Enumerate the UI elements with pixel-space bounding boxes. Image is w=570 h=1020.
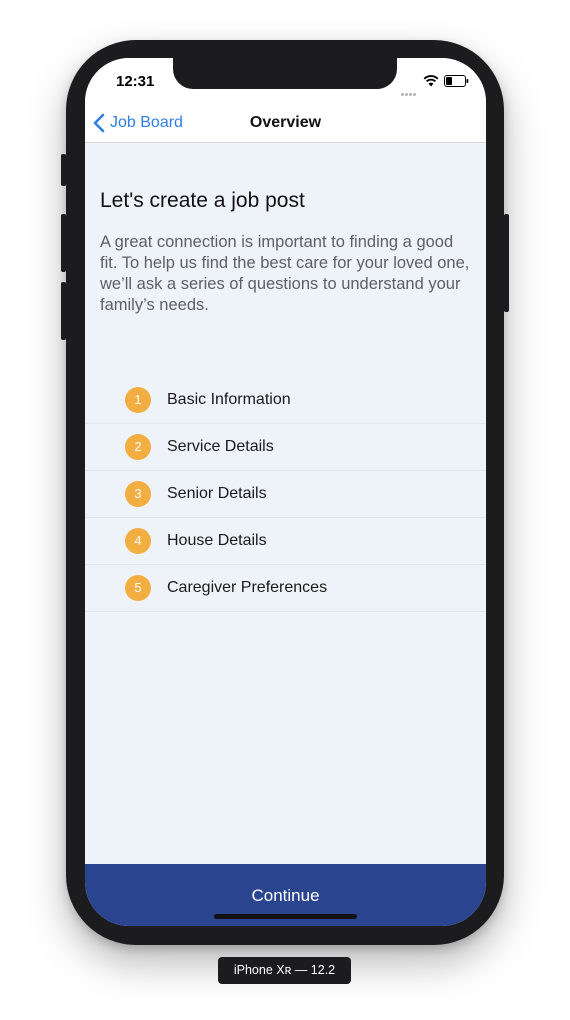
overview-content: Let's create a job post A great connecti… (85, 143, 486, 864)
page-title: Overview (249, 114, 322, 131)
phone-screen: 12:31 Job Board Overview Let's create a … (85, 58, 486, 926)
simulator-device-label: iPhone Xʀ — 12.2 (218, 957, 351, 984)
step-item-senior-details: 3 Senior Details (85, 471, 486, 518)
step-label: Caregiver Preferences (167, 579, 328, 596)
signal-dots-icon (401, 83, 419, 96)
step-number-badge: 5 (125, 575, 151, 601)
step-number-badge: 2 (125, 434, 151, 460)
continue-button-label: Continue (251, 886, 320, 905)
step-number-badge: 4 (125, 528, 151, 554)
step-label: Senior Details (167, 485, 267, 502)
step-label: Basic Information (167, 391, 291, 408)
volume-up-button (61, 214, 66, 272)
battery-icon (444, 75, 469, 87)
navigation-bar: Job Board Overview (85, 104, 486, 143)
step-number-badge: 3 (125, 481, 151, 507)
wifi-icon (423, 75, 439, 87)
volume-down-button (61, 282, 66, 340)
notch (173, 58, 397, 89)
home-indicator[interactable] (214, 914, 357, 919)
heading: Let's create a job post (100, 189, 305, 212)
step-label: House Details (167, 532, 267, 549)
step-item-basic-information: 1 Basic Information (85, 377, 486, 424)
intro-text: A great connection is important to findi… (100, 233, 470, 314)
power-button (504, 214, 509, 312)
steps-list: 1 Basic Information 2 Service Details 3 … (85, 377, 486, 612)
step-item-house-details: 4 House Details (85, 518, 486, 565)
step-item-caregiver-preferences: 5 Caregiver Preferences (85, 565, 486, 612)
step-label: Service Details (167, 438, 274, 455)
step-number-badge: 1 (125, 387, 151, 413)
status-time: 12:31 (116, 73, 155, 90)
silent-switch (61, 154, 66, 186)
step-item-service-details: 2 Service Details (85, 424, 486, 471)
